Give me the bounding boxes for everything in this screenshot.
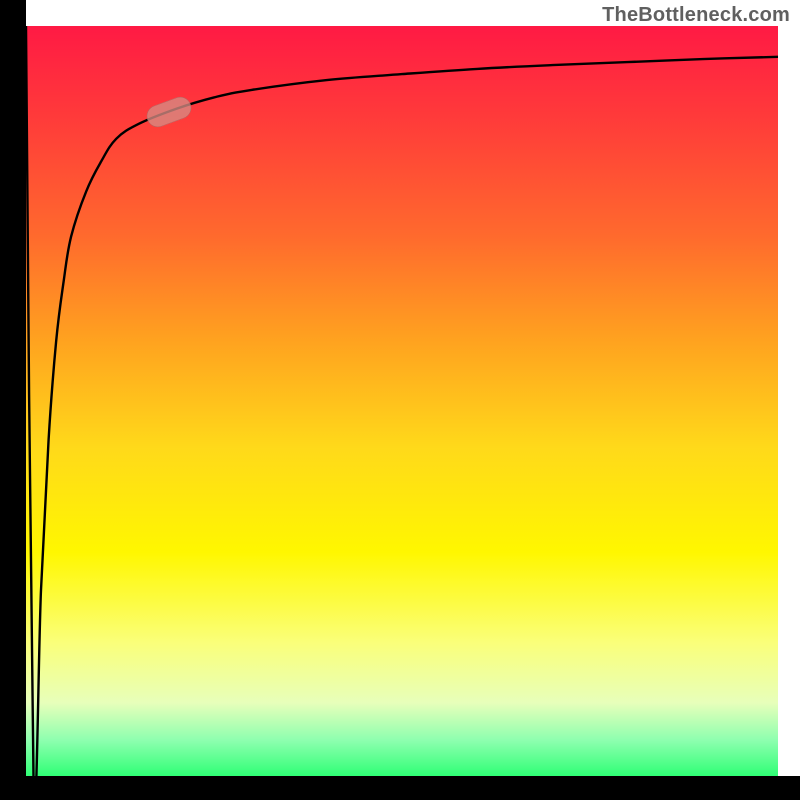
x-axis bbox=[0, 776, 800, 800]
watermark-text: TheBottleneck.com bbox=[602, 4, 790, 27]
y-axis bbox=[0, 0, 26, 800]
bottleneck-curve bbox=[26, 26, 778, 778]
chart-frame: TheBottleneck.com bbox=[0, 0, 800, 800]
highlight-marker bbox=[143, 94, 194, 130]
plot-area bbox=[26, 26, 778, 778]
